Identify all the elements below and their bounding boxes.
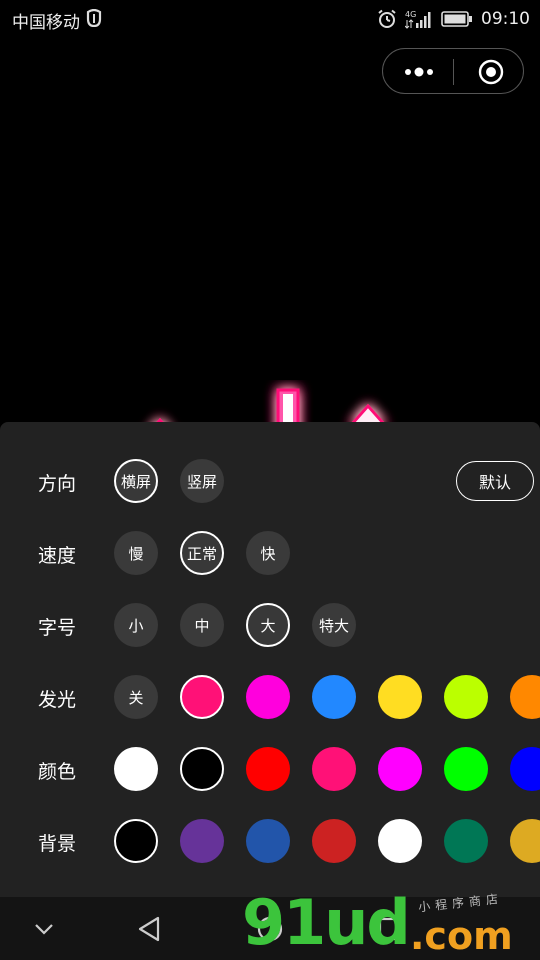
triangle-back-icon[interactable]: [132, 911, 168, 947]
watermark-subtitle: 小程序商店: [417, 891, 504, 915]
color-swatch[interactable]: [444, 819, 488, 863]
setting-label: 背景: [38, 833, 77, 855]
alarm-icon: [378, 9, 396, 28]
color-swatch[interactable]: [114, 747, 158, 791]
option-chip[interactable]: 中: [180, 603, 224, 647]
color-swatch[interactable]: [510, 819, 540, 863]
setting-label: 发光: [38, 689, 77, 711]
color-swatch[interactable]: [246, 675, 290, 719]
color-swatch[interactable]: [312, 675, 356, 719]
color-swatch[interactable]: [180, 819, 224, 863]
option-chip[interactable]: 横屏: [114, 459, 158, 503]
target-close-icon[interactable]: [478, 59, 504, 85]
setting-row: 字号 小中大特大: [0, 600, 540, 650]
color-swatch[interactable]: [312, 747, 356, 791]
miniprogram-capsule: [382, 48, 524, 94]
setting-label: 字号: [38, 617, 77, 639]
color-swatch[interactable]: [378, 747, 422, 791]
option-chip[interactable]: 竖屏: [180, 459, 224, 503]
color-swatch[interactable]: [378, 819, 422, 863]
status-time: 09:10: [481, 9, 530, 29]
setting-row: 速度 慢正常快: [0, 528, 540, 578]
color-swatch[interactable]: [246, 747, 290, 791]
chevron-down-icon[interactable]: [26, 911, 62, 947]
color-swatch[interactable]: [510, 747, 540, 791]
carrier-name: 中国移动: [12, 13, 80, 33]
signal-icon: 4G: [405, 10, 431, 29]
setting-label: 颜色: [38, 761, 77, 783]
option-chip[interactable]: 慢: [114, 531, 158, 575]
color-swatch[interactable]: [444, 675, 488, 719]
watermark-main: 91ud: [242, 886, 411, 959]
carrier-logo-icon: [86, 9, 102, 27]
settings-panel: 默认 方向 横屏 竖屏 速度慢正常快字号小中大特大 发光关颜色 背景: [0, 422, 540, 897]
setting-row: 背景: [0, 816, 540, 866]
option-chip[interactable]: 大: [246, 603, 290, 647]
capsule-divider: [453, 59, 454, 85]
setting-label: 速度: [38, 545, 77, 567]
option-chip[interactable]: 快: [246, 531, 290, 575]
network-type-label: 4G: [405, 10, 416, 19]
status-icons: 4G 09:10: [377, 6, 530, 32]
color-swatch[interactable]: [378, 675, 422, 719]
glow-off-chip[interactable]: 关: [114, 675, 158, 719]
color-swatch[interactable]: [312, 819, 356, 863]
setting-row: 发光 关: [0, 672, 540, 722]
color-swatch[interactable]: [180, 747, 224, 791]
color-swatch[interactable]: [510, 675, 540, 719]
color-swatch[interactable]: [114, 819, 158, 863]
setting-row: 方向 横屏 竖屏: [0, 456, 540, 506]
color-swatch[interactable]: [444, 747, 488, 791]
option-chip[interactable]: 小: [114, 603, 158, 647]
more-dots-icon[interactable]: [403, 63, 435, 81]
watermark-domain: .com: [410, 914, 513, 958]
battery-icon: [441, 11, 472, 27]
color-swatch[interactable]: [180, 675, 224, 719]
status-bar: 中国移动 4G 09:10: [0, 0, 540, 38]
setting-row: 颜色: [0, 744, 540, 794]
option-chip[interactable]: 正常: [180, 531, 224, 575]
site-watermark: 91ud 小程序商店 .com: [240, 886, 540, 960]
setting-label: 方向: [38, 473, 77, 495]
option-chip[interactable]: 特大: [312, 603, 356, 647]
color-swatch[interactable]: [246, 819, 290, 863]
